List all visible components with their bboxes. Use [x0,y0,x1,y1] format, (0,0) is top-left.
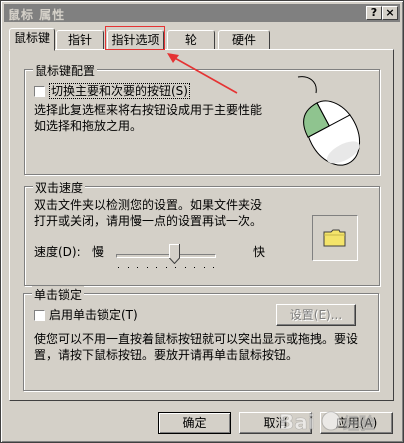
slider-tick [165,267,167,268]
slow-label: 慢 [92,245,105,259]
close-button[interactable]: × [382,6,398,20]
ok-button[interactable]: 确定 [158,412,231,434]
mouse-icon [297,76,361,166]
switch-description-line2: 如选择和拖放之用。 [34,119,143,133]
click-lock-description-line2: 置，请按下鼠标按钮。要放开请再单击鼠标按钮。 [34,348,299,362]
tab-pointers[interactable]: 指针 [56,30,104,50]
slider-tick [127,267,129,268]
slider-tick [184,267,186,268]
button-config-legend: 鼠标键配置 [33,62,98,79]
title-bar[interactable]: 鼠标 属性 ? × [4,4,400,22]
speed-label: 速度(D): [34,245,81,259]
slider-tick [146,267,148,268]
slider-tick [118,267,119,268]
test-folder-area[interactable] [312,215,358,261]
click-lock-label[interactable]: 启用单击锁定(T) [49,307,138,323]
switch-description-line1: 选择此复选框来将右按钮设成用于主要性能 [34,103,263,117]
mouse-properties-dialog: 鼠标 属性 ? × 鼠标键 指针 指针选项 轮 硬件 鼠标键配置 切换主要和次要… [0,0,404,443]
double-click-legend: 双击速度 [33,179,86,196]
click-lock-checkbox[interactable] [34,310,45,321]
speed-slider-thumb[interactable] [169,244,181,264]
slider-tick [203,267,205,268]
click-lock-legend: 单击锁定 [32,286,85,303]
double-click-description-line1: 双击文件夹以检测您的设置。如果文件夹没 [34,198,263,212]
window-title: 鼠标 属性 [8,8,66,22]
tab-hardware[interactable]: 硬件 [218,30,270,50]
speed-slider-track[interactable] [116,254,216,258]
fast-label: 快 [253,245,266,259]
annotation-arrow [167,53,238,94]
click-lock-settings-button[interactable]: 设置(E)... [276,304,356,326]
click-lock-description-line1: 使您可以不用一直按着鼠标按钮就可以突出显示或拖拽。要设 [34,332,359,346]
slider-tick [175,267,176,268]
slider-tick [194,267,195,268]
tab-highlight-box [105,26,165,50]
slider-tick [156,267,157,268]
tab-mouse-buttons[interactable]: 鼠标键 [9,28,55,51]
slider-tick [137,267,138,268]
baidu-watermark-logo: Bai 经验 [279,410,376,435]
switch-buttons-checkbox[interactable] [34,86,45,97]
double-click-description-line2: 打开或关闭，请用慢一点的设置再试一次。 [34,214,263,228]
speed-slider-ticks [118,267,214,270]
svg-text:Bai: Bai [279,410,315,434]
svg-text:经验: 经验 [343,414,376,433]
tab-wheel[interactable]: 轮 [167,30,215,50]
help-button[interactable]: ? [366,6,382,20]
slider-tick [213,267,214,268]
folder-icon [323,229,346,247]
